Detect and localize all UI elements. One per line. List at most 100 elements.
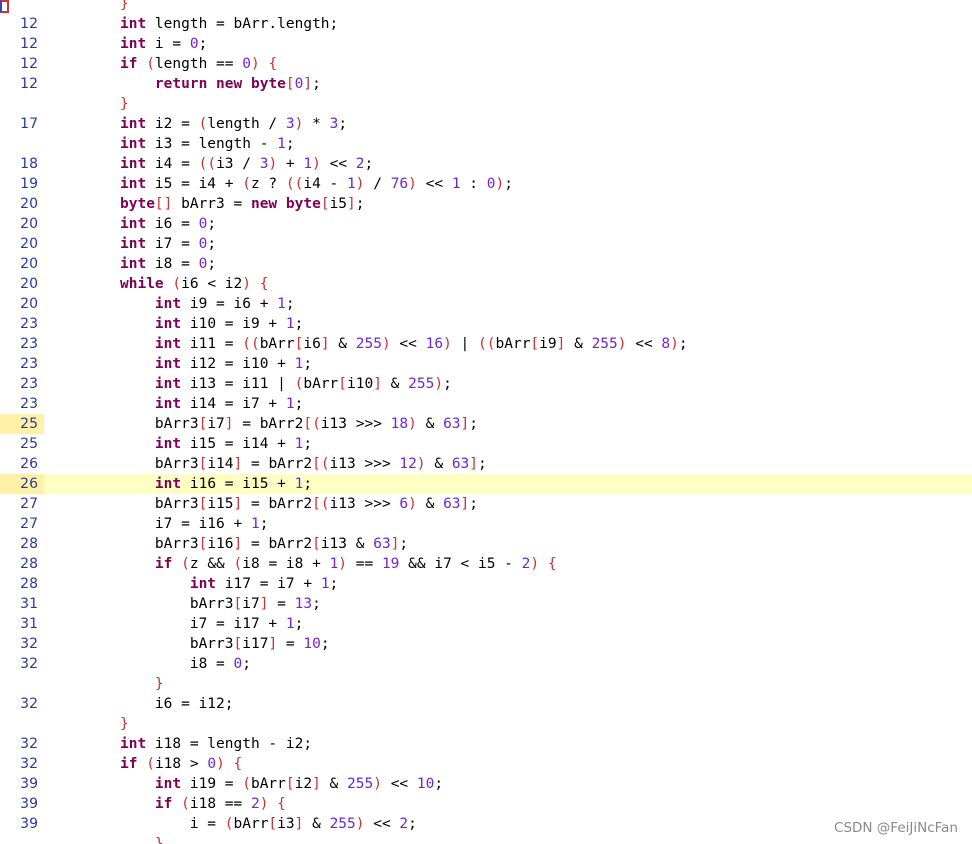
code-line[interactable]: 23 int i12 = i10 + 1; xyxy=(0,354,972,374)
code-text: } xyxy=(120,0,129,12)
code-editor[interactable]: } 12 int length = bArr.length; 12 int i = 0;… xyxy=(0,0,972,844)
line-number: 19 xyxy=(20,176,38,192)
code-text: int i13 = i11 | (bArr[i10] & 255); xyxy=(154,376,452,392)
code-line[interactable]: 32 if (i18 > 0) { xyxy=(0,754,972,774)
code-text: int i6 = 0; xyxy=(120,216,217,232)
code-line[interactable]: 12 return new byte[0]; xyxy=(0,74,972,94)
code-line[interactable]: 23 int i10 = i9 + 1; xyxy=(0,314,972,334)
watermark: CSDN @FeiJiNcFan xyxy=(834,820,958,836)
code-text: int i8 = 0; xyxy=(120,256,217,272)
code-line[interactable]: } xyxy=(0,834,972,844)
code-line[interactable]: 39 i = (bArr[i3] & 255) << 2; xyxy=(0,814,972,834)
code-text: int i12 = i10 + 1; xyxy=(154,356,313,372)
line-number xyxy=(0,714,38,734)
code-line[interactable]: } xyxy=(0,0,972,14)
code-text: if (i18 > 0) { xyxy=(120,756,243,772)
code-line[interactable]: 20 int i6 = 0; xyxy=(0,214,972,234)
code-line[interactable]: 23 int i13 = i11 | (bArr[i10] & 255); xyxy=(0,374,972,394)
code-line[interactable]: int i3 = length - 1; xyxy=(0,134,972,154)
code-line[interactable]: } xyxy=(0,674,972,694)
code-line[interactable]: 32 int i18 = length - i2; xyxy=(0,734,972,754)
code-line[interactable]: 31 bArr3[i7] = 13; xyxy=(0,594,972,614)
code-text: int length = bArr.length; xyxy=(120,16,339,32)
line-number: 23 xyxy=(20,376,38,392)
code-text: if (z && (i8 = i8 + 1) == 19 && i7 < i5 … xyxy=(154,556,557,572)
line-number: 39 xyxy=(20,816,38,832)
code-text: while (i6 < i2) { xyxy=(120,276,269,292)
code-line[interactable]: 20 while (i6 < i2) { xyxy=(0,274,972,294)
code-line[interactable]: 32 i6 = i12; xyxy=(0,694,972,714)
code-line[interactable]: 20 int i9 = i6 + 1; xyxy=(0,294,972,314)
code-text: } xyxy=(120,96,129,112)
code-line[interactable]: 23 int i14 = i7 + 1; xyxy=(0,394,972,414)
code-text: int i11 = ((bArr[i6] & 255) << 16) | ((b… xyxy=(154,336,688,352)
code-text: int i10 = i9 + 1; xyxy=(154,316,304,332)
line-number: 39 xyxy=(20,776,38,792)
code-line[interactable]: 17 int i2 = (length / 3) * 3; xyxy=(0,114,972,134)
code-text: bArr3[i15] = bArr2[(i13 >>> 6) & 63]; xyxy=(120,496,479,512)
code-text: i8 = 0; xyxy=(120,656,251,672)
code-text: i7 = i16 + 1; xyxy=(120,516,269,532)
line-number xyxy=(0,0,38,14)
line-number: 27 xyxy=(20,516,38,532)
code-line[interactable]: } xyxy=(0,94,972,114)
code-text: int i2 = (length / 3) * 3; xyxy=(120,116,348,132)
line-number: 32 xyxy=(20,696,38,712)
code-text: int i7 = 0; xyxy=(120,236,217,252)
code-line[interactable]: 20 int i8 = 0; xyxy=(0,254,972,274)
code-text: bArr3[i17] = 10; xyxy=(120,636,330,652)
code-text: if (length == 0) { xyxy=(120,56,278,72)
code-line[interactable]: 31 i7 = i17 + 1; xyxy=(0,614,972,634)
code-line[interactable]: 39 int i19 = (bArr[i2] & 255) << 10; xyxy=(0,774,972,794)
line-number: 17 xyxy=(20,116,38,132)
line-number: 32 xyxy=(20,636,38,652)
code-text: bArr3[i7] = bArr2[(i13 >>> 18) & 63]; xyxy=(120,416,479,432)
code-text: int i18 = length - i2; xyxy=(120,736,313,752)
code-line[interactable]: 28 int i17 = i7 + 1; xyxy=(0,574,972,594)
code-line[interactable]: 25 int i15 = i14 + 1; xyxy=(0,434,972,454)
line-number: 32 xyxy=(20,756,38,772)
code-line[interactable]: 12 if (length == 0) { xyxy=(0,54,972,74)
code-line[interactable]: 19 int i5 = i4 + (z ? ((i4 - 1) / 76) << … xyxy=(0,174,972,194)
code-text: int i17 = i7 + 1; xyxy=(189,576,339,592)
code-line[interactable]: 12 int length = bArr.length; xyxy=(0,14,972,34)
code-line[interactable]: 39 if (i18 == 2) { xyxy=(0,794,972,814)
code-text: int i14 = i7 + 1; xyxy=(154,396,304,412)
code-line[interactable]: 26 int i16 = i15 + 1; xyxy=(0,474,972,494)
code-line[interactable]: 27 bArr3[i15] = bArr2[(i13 >>> 6) & 63]; xyxy=(0,494,972,514)
line-number: 12 xyxy=(20,76,38,92)
code-text: return new byte[0]; xyxy=(154,76,321,92)
code-text: int i3 = length - 1; xyxy=(120,136,295,152)
code-line[interactable]: } xyxy=(0,714,972,734)
code-line[interactable]: 28 bArr3[i16] = bArr2[i13 & 63]; xyxy=(0,534,972,554)
code-text: } xyxy=(154,676,164,692)
line-number: 28 xyxy=(20,556,38,572)
line-number: 32 xyxy=(20,736,38,752)
code-text: int i16 = i15 + 1; xyxy=(154,476,313,492)
code-line[interactable]: 27 i7 = i16 + 1; xyxy=(0,514,972,534)
code-text: i6 = i12; xyxy=(120,696,234,712)
code-line[interactable]: 20 int i7 = 0; xyxy=(0,234,972,254)
line-number: 31 xyxy=(20,596,38,612)
code-line[interactable]: 20 byte[] bArr3 = new byte[i5]; xyxy=(0,194,972,214)
code-line[interactable]: 23 int i11 = ((bArr[i6] & 255) << 16) | … xyxy=(0,334,972,354)
code-text: int i15 = i14 + 1; xyxy=(154,436,313,452)
line-number: 20 xyxy=(20,296,38,312)
code-text: int i5 = i4 + (z ? ((i4 - 1) / 76) << 1 … xyxy=(120,176,513,192)
line-number xyxy=(0,134,38,154)
code-text: } xyxy=(154,836,164,844)
code-line[interactable]: 28 if (z && (i8 = i8 + 1) == 19 && i7 < … xyxy=(0,554,972,574)
code-text: int i = 0; xyxy=(120,36,208,52)
code-line[interactable]: 32 bArr3[i17] = 10; xyxy=(0,634,972,654)
code-text: if (i18 == 2) { xyxy=(154,796,286,812)
code-line[interactable]: 26 bArr3[i14] = bArr2[(i13 >>> 12) & 63]… xyxy=(0,454,972,474)
code-line[interactable]: 18 int i4 = ((i3 / 3) + 1) << 2; xyxy=(0,154,972,174)
code-line[interactable]: 12 int i = 0; xyxy=(0,34,972,54)
code-line[interactable]: 25 bArr3[i7] = bArr2[(i13 >>> 18) & 63]; xyxy=(0,414,972,434)
code-text: bArr3[i16] = bArr2[i13 & 63]; xyxy=(120,536,409,552)
line-number: 25 xyxy=(20,436,38,452)
line-number: 31 xyxy=(20,616,38,632)
line-number: 20 xyxy=(20,236,38,252)
code-line[interactable]: 32 i8 = 0; xyxy=(0,654,972,674)
line-number xyxy=(0,674,38,694)
